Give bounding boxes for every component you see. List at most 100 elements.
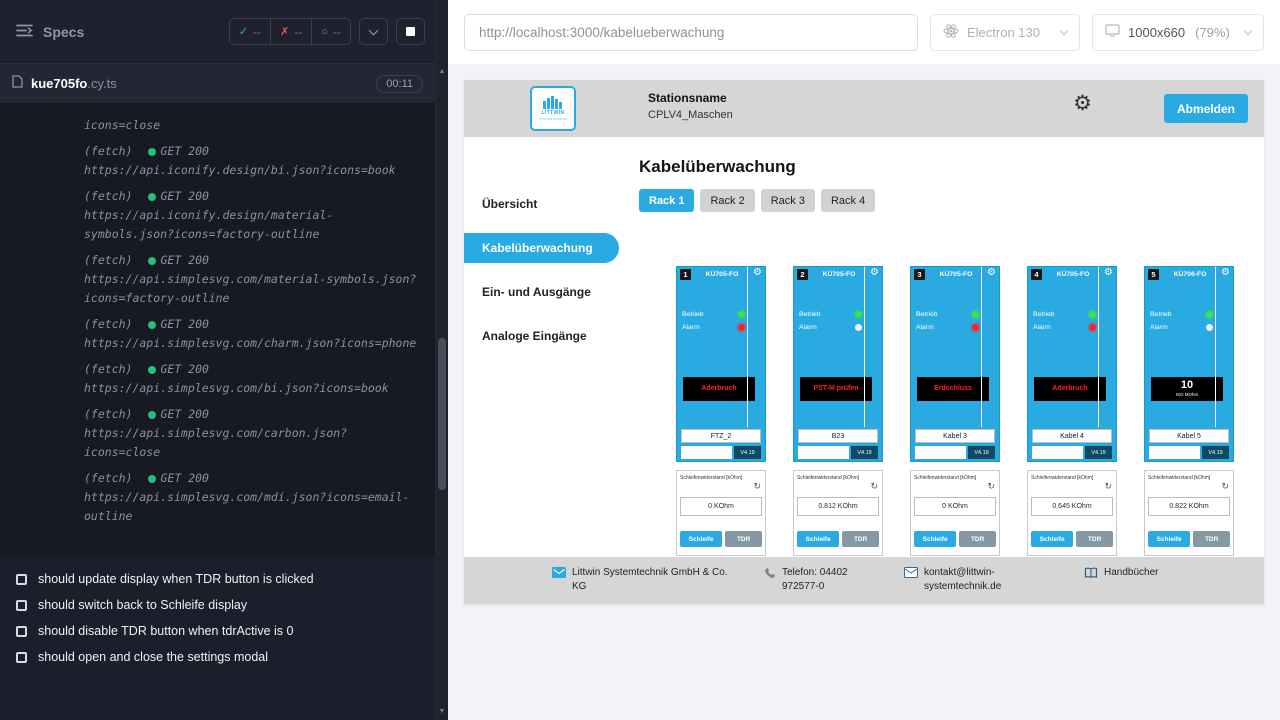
device-panel: ⚙ 2 KÜ705-FO Betrieb Alarm <box>793 266 883 462</box>
app-sidebar: Übersicht Kabelüberwachung Ein- und Ausg… <box>464 137 619 557</box>
manuals-link[interactable]: Handbücher <box>1104 566 1158 580</box>
viewport-zoom: (79%) <box>1195 25 1230 40</box>
refresh-icon[interactable]: ↻ <box>1221 482 1229 491</box>
refresh-icon[interactable]: ↻ <box>870 482 878 491</box>
sidebar-item-uebersicht[interactable]: Übersicht <box>464 189 619 219</box>
card-settings-gear-icon[interactable]: ⚙ <box>987 268 996 278</box>
sidebar-item-ein-und-ausgaenge[interactable]: Ein- und Ausgänge <box>464 277 619 307</box>
panel-divider <box>747 267 748 427</box>
url-input[interactable]: http://localhost:3000/kabelueberwachung <box>464 14 918 51</box>
measurement-panel: Schleifenwiderstand [kOhm] ↻ 0 KOhm Schl… <box>910 470 1000 556</box>
log-entry[interactable]: (fetch)GET 200 https://api.simplesvg.com… <box>84 360 419 398</box>
mode-buttons: Schleife TDR <box>680 531 762 547</box>
sidebar-item-analoge-eingaenge[interactable]: Analoge Eingänge <box>464 321 619 351</box>
card-settings-gear-icon[interactable]: ⚙ <box>1221 268 1230 278</box>
log-entry[interactable]: (fetch)GET 200 https://api.simplesvg.com… <box>84 405 419 462</box>
stop-button[interactable] <box>396 18 425 45</box>
test-title: should switch back to Schleife display <box>38 598 247 612</box>
tab-rack-2[interactable]: Rack 2 <box>700 189 754 212</box>
scroll-up-icon[interactable]: ▲ <box>436 68 448 75</box>
firmware-version: V4.19 <box>734 446 761 459</box>
pending-circle-icon: ○ <box>321 26 328 38</box>
schleife-button[interactable]: Schleife <box>797 531 839 547</box>
request-status: GET 200 <box>160 405 208 424</box>
success-dot-icon <box>148 411 156 419</box>
led-rows: Betrieb Alarm <box>1028 308 1116 334</box>
success-dot-icon <box>148 321 156 329</box>
tdr-button[interactable]: TDR <box>959 531 996 547</box>
schleife-button[interactable]: Schleife <box>914 531 956 547</box>
measurement-label: Schleifenwiderstand [kOhm] <box>680 475 748 482</box>
card-settings-gear-icon[interactable]: ⚙ <box>1104 268 1113 278</box>
logout-button[interactable]: Abmelden <box>1164 94 1248 123</box>
tab-rack-1[interactable]: Rack 1 <box>639 189 694 212</box>
company-name: Littwin Systemtechnik GmbH & Co. KG <box>572 566 735 593</box>
refresh-icon[interactable]: ↻ <box>987 482 995 491</box>
refresh-icon[interactable]: ↻ <box>753 482 761 491</box>
slot-number: 1 <box>680 269 691 280</box>
log-entry[interactable]: (fetch)GET 200 https://api.iconify.desig… <box>84 187 419 244</box>
refresh-icon[interactable]: ↻ <box>1104 482 1112 491</box>
measurement-value: 0 KOhm <box>680 497 762 516</box>
test-item[interactable]: should switch back to Schleife display <box>0 592 435 618</box>
log-entry[interactable]: (fetch)GET 200 https://api.simplesvg.com… <box>84 315 419 353</box>
fetch-tag: (fetch) <box>84 360 132 379</box>
test-item[interactable]: should open and close the settings modal <box>0 644 435 670</box>
betrieb-label: Betrieb <box>1150 311 1172 318</box>
schleife-button[interactable]: Schleife <box>680 531 722 547</box>
footer-manuals[interactable]: Handbücher <box>1084 566 1158 582</box>
url-text: http://localhost:3000/kabelueberwachung <box>479 25 724 40</box>
alarm-led <box>1089 324 1096 331</box>
request-status: GET 200 <box>160 142 208 161</box>
test-item[interactable]: should update display when TDR button is… <box>0 566 435 592</box>
scroll-down-icon[interactable]: ▼ <box>436 708 448 715</box>
rack-tabs: Rack 1 Rack 2 Rack 3 Rack 4 <box>639 189 1264 212</box>
settings-gear-icon[interactable]: ⚙ <box>1073 93 1092 114</box>
browser-name: Electron 130 <box>967 25 1040 40</box>
measurement-value: 0.822 KOhm <box>1148 497 1230 516</box>
spare-field <box>915 446 966 459</box>
card-settings-gear-icon[interactable]: ⚙ <box>753 268 762 278</box>
request-url: https://api.iconify.design/material-symb… <box>84 206 419 244</box>
specs-menu-button[interactable]: Specs <box>10 24 90 40</box>
version-row: V4.19 <box>1149 446 1229 459</box>
viewport-selector[interactable]: 1000x660 (79%) <box>1092 14 1264 51</box>
success-dot-icon <box>148 257 156 265</box>
card-settings-gear-icon[interactable]: ⚙ <box>870 268 879 278</box>
betrieb-led <box>972 311 979 318</box>
request-status: GET 200 <box>160 187 208 206</box>
runner-scrollbar[interactable]: ▲ ▼ <box>435 0 448 720</box>
email-address[interactable]: kontakt@littwin-systemtechnik.de <box>924 566 1024 593</box>
tdr-button[interactable]: TDR <box>725 531 762 547</box>
littwin-logo: LITTWIN SYSTEMTECHNIK <box>530 86 576 131</box>
phone-number[interactable]: Telefon: 04402 972577-0 <box>782 566 886 593</box>
sidebar-item-kabelueberwachung[interactable]: Kabelüberwachung <box>464 233 619 263</box>
log-entry[interactable]: (fetch)GET 200 https://api.iconify.desig… <box>84 142 419 180</box>
schleife-button[interactable]: Schleife <box>1148 531 1190 547</box>
browser-selector[interactable]: Electron 130 <box>930 14 1080 51</box>
log-entry[interactable]: (fetch)GET 200 https://api.simplesvg.com… <box>84 251 419 308</box>
log-line-continuation: icons=close <box>84 116 419 135</box>
tdr-button[interactable]: TDR <box>1193 531 1230 547</box>
tdr-button[interactable]: TDR <box>1076 531 1113 547</box>
chevron-down-icon <box>1244 27 1252 35</box>
app-header: LITTWIN SYSTEMTECHNIK Stationsname CPLV4… <box>464 80 1264 137</box>
test-item[interactable]: should disable TDR button when tdrActive… <box>0 618 435 644</box>
passed-check-icon: ✓ <box>239 25 248 38</box>
request-status: GET 200 <box>160 469 208 488</box>
specs-menu-icon <box>16 24 33 40</box>
test-title: should open and close the settings modal <box>38 650 268 664</box>
fetch-tag: (fetch) <box>84 405 132 424</box>
card-header: 1 KÜ705-FO <box>677 267 765 282</box>
tdr-button[interactable]: TDR <box>842 531 879 547</box>
app-under-test: LITTWIN SYSTEMTECHNIK Stationsname CPLV4… <box>464 80 1264 604</box>
tab-rack-3[interactable]: Rack 3 <box>761 189 815 212</box>
tab-rack-4[interactable]: Rack 4 <box>821 189 875 212</box>
collapse-button[interactable] <box>359 18 388 45</box>
scrollbar-thumb[interactable] <box>438 338 446 490</box>
led-rows: Betrieb Alarm <box>794 308 882 334</box>
schleife-button[interactable]: Schleife <box>1031 531 1073 547</box>
device-card: ⚙ 3 KÜ705-FO Betrieb Alarm <box>910 266 1000 556</box>
log-entry[interactable]: (fetch)GET 200 https://api.simplesvg.com… <box>84 469 419 526</box>
station-value: CPLV4_Maschen <box>648 109 733 121</box>
